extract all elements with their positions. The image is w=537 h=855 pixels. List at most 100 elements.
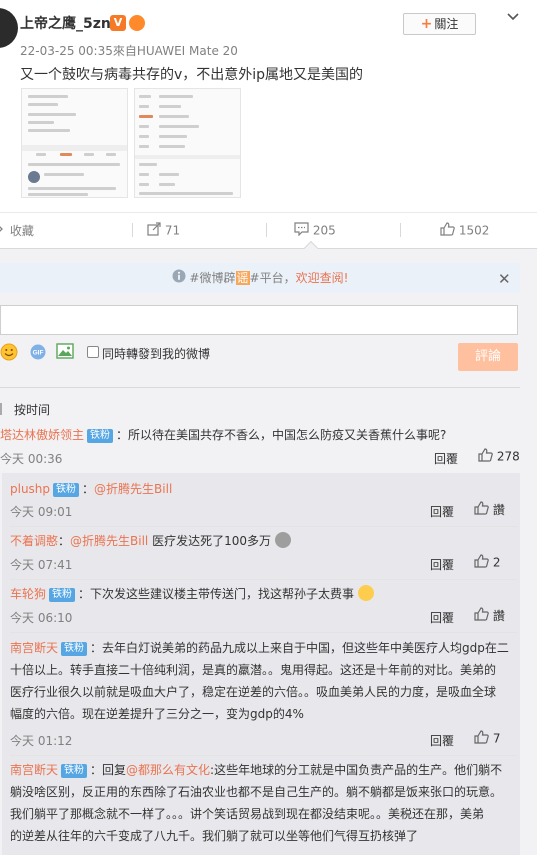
comment-text-line: 躺没啥区别，反正用的东西除了石油农业也都不是自己生产的。躺不躺都是饭来张口的玩意… [10,785,503,799]
reply-item: 南宫断天 铁粉 ：去年白灯说美弟的药品九成以上来自于中国，但这些年中美医疗人均gdp… [10,637,510,725]
follow-label: 關注 [434,17,459,31]
divider [0,387,520,388]
like-count: 1502 [458,223,490,238]
post-image-2[interactable] [134,88,241,198]
divider [10,632,517,633]
comment-like-button[interactable]: 7 [474,730,500,747]
notice-mid-a: 辟 [223,271,236,285]
svg-text:GIF: GIF [33,350,44,357]
comment-time: 今天 09:01 [10,505,73,519]
plus-icon: + [420,16,433,32]
notice-link[interactable]: 欢迎查阅! [296,271,349,285]
comment-item: 塔达林傲娇领主 铁粉 ：所以待在美国共存不香么，中国怎么防疫又关香蕉什么事呢? [0,424,520,446]
reply-button[interactable]: 回覆 [430,609,454,626]
comment-text: ：下次发这些建议楼主带传送门，找这帮孙子太费事 [78,587,355,601]
follow-button[interactable]: + 關注 [403,13,476,35]
chevron-down-icon[interactable] [506,10,520,27]
comment-like-button[interactable]: 278 [478,448,520,465]
forward-label: 同時轉發到我的微博 [102,347,211,361]
like-count: 2 [492,555,501,570]
comment-colon: ： [82,482,95,496]
thumbs-up-icon [474,554,489,571]
comment-text-line: 医疗行业很久以前就是吸血大户了，稳定在逆差的六倍。。吸血美弟人民的力度，是吸血全… [10,685,497,699]
comment-text-line: 的逆差从往年的六千变成了八九千。我们躺了就可以坐等他们气得互扔核弹了 [10,829,419,843]
comment-button[interactable]: 205 [294,222,336,239]
sort-divider [0,403,2,415]
emoji-icon [274,532,291,548]
emoji-icon[interactable] [0,343,18,364]
verified-badge: V [110,15,126,31]
post-text: 又一个鼓吹与病毒共存的v，不出意外ip属地又是美国的 [20,67,364,83]
reply-button[interactable]: 回覆 [434,450,458,467]
star-icon [0,222,6,239]
sort-by-time-tab[interactable]: 按时间 [14,401,50,418]
comment-like-button[interactable]: 讚 [474,501,505,518]
notice-bar: #微博辟谣#平台，欢迎查阅! [0,263,520,293]
favorite-button[interactable]: 收藏 [0,222,34,239]
comment-text: 医疗发达死了100多万 [148,534,272,548]
reply-item: 车轮狗 铁粉 ：下次发这些建议楼主带传送门，找这帮孙子太费事 [10,583,374,605]
emoji-icon [357,585,374,601]
reply-item: 南宫断天 铁粉 ：回复@都那么有文化:这些年地球的分工就是中国负责产品的生产。他们躺… [10,759,510,847]
mention-link[interactable]: @折腾先生Bill [70,534,148,548]
comment-username[interactable]: 南宫断天 [10,763,58,777]
like-count: 7 [492,731,501,746]
notice-prefix: #微博 [189,271,224,285]
like-count: 讚 [492,609,505,623]
divider [10,755,517,756]
submit-comment-button[interactable]: 評論 [458,343,518,371]
forward-checkbox[interactable] [87,346,99,358]
thumbs-up-icon [478,448,493,465]
divider [10,579,517,580]
comment-time: 今天 06:10 [10,611,73,625]
comment-text-line: ：去年白灯说美弟的药品九成以上来自于中国，但这些年中美医疗人均gdp在二 [90,641,509,655]
forward-button[interactable]: 71 [147,222,180,239]
fan-tag: 铁粉 [61,764,88,778]
comment-text: ：所以待在美国共存不香么，中国怎么防疫又关香蕉什么事呢? [116,428,447,442]
divider [10,526,517,527]
reply-button[interactable]: 回覆 [430,732,454,749]
post-username[interactable]: 上帝之鹰_5zn [20,13,111,33]
comment-username[interactable]: 车轮狗 [10,587,46,601]
avatar[interactable] [0,8,18,48]
close-icon[interactable]: ✕ [498,270,511,288]
comment-username[interactable]: plushp [10,482,50,496]
info-icon [172,264,186,294]
thumbs-up-icon [474,501,489,518]
comment-input[interactable] [0,305,518,335]
mention-link[interactable]: @都那么有文化 [126,763,210,777]
like-count: 讚 [492,503,505,517]
notice-highlight: 谣 [235,271,250,285]
reply-item: 不着调憨：@折腾先生Bill 医疗发达死了100多万 [10,530,291,552]
thumbs-up-icon [474,607,489,624]
comment-text-line: 幅度的六倍。现在逆差提升了三分之一，变为gdp的4% [10,707,304,721]
comment-icon [294,222,309,239]
mention-link[interactable]: @折腾先生Bill [94,482,172,496]
like-count: 278 [496,449,520,464]
reply-button[interactable]: 回覆 [430,556,454,573]
reply-item: plushp 铁粉 ：@折腾先生Bill [10,478,172,500]
share-icon [147,222,161,239]
comment-text-line: 我们躺平了那概念就不一样了。。。讲个笑话贸易战到现在都没结束呢。。美税还在那，美… [10,807,485,821]
comment-like-button[interactable]: 2 [474,554,500,571]
post-meta: 22-03-25 00:35來自HUAWEI Mate 20 [20,44,238,58]
gif-icon[interactable]: GIF [29,344,47,363]
reply-button[interactable]: 回覆 [430,503,454,520]
comment-time: 今天 07:41 [10,558,73,572]
like-button[interactable]: 1502 [440,222,489,239]
thumbs-up-icon [440,222,455,239]
action-bar: 收藏 71 205 1502 [0,212,537,246]
comment-username[interactable]: 不着调憨 [10,534,58,548]
comment-colon: ： [58,534,71,548]
comment-text-line: 十倍以上。转手直接二十倍纯利润，是真的羸潜。。鬼用得起。这还是十年前的对比。美弟… [10,663,497,677]
reply-prefix: ：回复 [90,763,127,777]
post-image-1[interactable] [21,88,128,198]
notice-suffix: #平台， [249,271,296,285]
fan-tag: 铁粉 [49,588,76,602]
comment-like-button[interactable]: 讚 [474,607,505,624]
fan-tag: 铁粉 [87,429,114,443]
fan-tag: 铁粉 [53,483,80,497]
comment-username[interactable]: 南宫断天 [10,641,58,655]
image-icon[interactable] [56,343,74,362]
comment-username[interactable]: 塔达林傲娇领主 [0,428,84,442]
